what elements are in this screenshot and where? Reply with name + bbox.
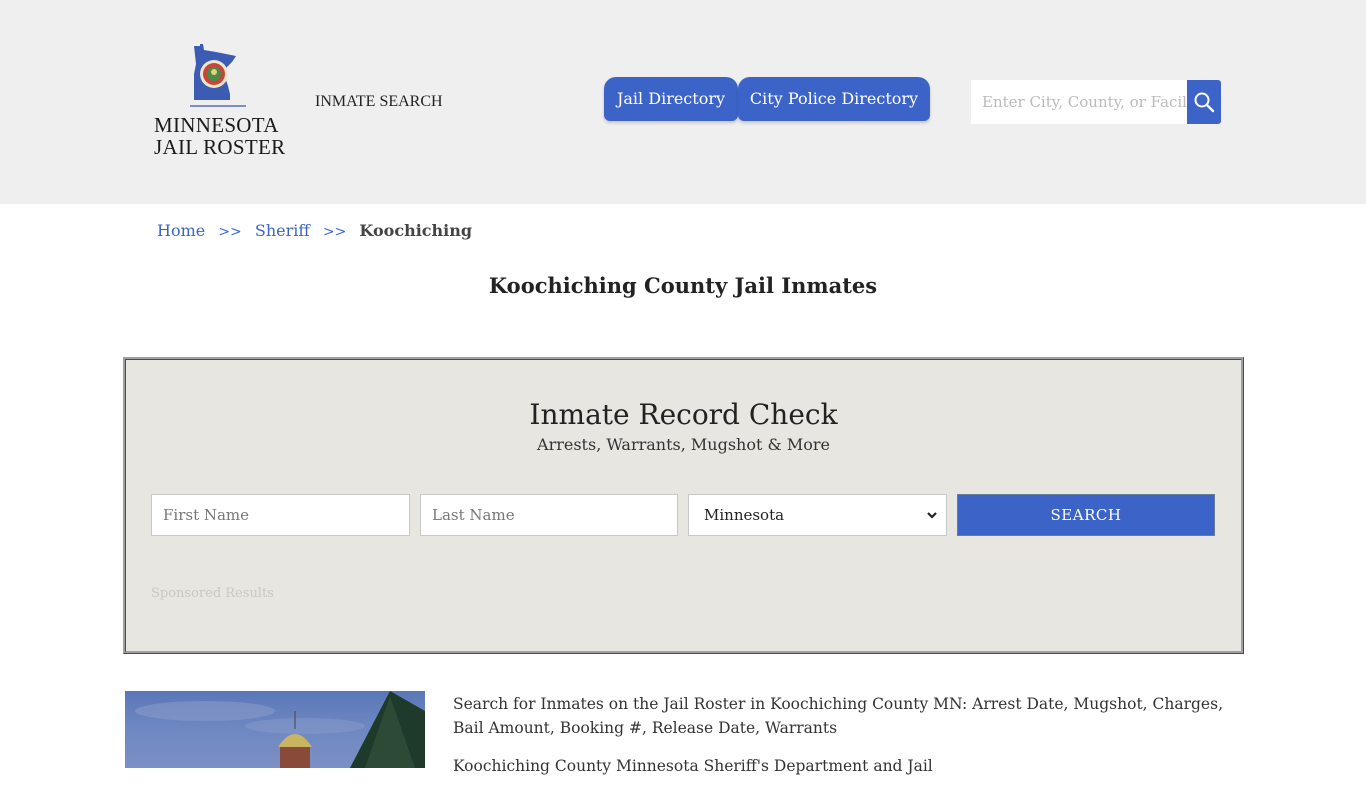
logo-line-2: JAIL ROSTER (154, 135, 286, 159)
breadcrumb-sheriff[interactable]: Sheriff (255, 221, 310, 240)
nav-tab-city-police-directory[interactable]: City Police Directory (738, 77, 930, 121)
courthouse-photo (125, 691, 425, 768)
minnesota-state-seal-map-icon (194, 44, 236, 100)
nav-tab-jail-directory[interactable]: Jail Directory (604, 77, 738, 121)
facility-search-input[interactable] (971, 80, 1187, 124)
courthouse-image (135, 691, 425, 768)
site-header: MINNESOTA JAIL ROSTER INMATE SEARCH Jail… (0, 0, 1366, 204)
logo-line-1: MINNESOTA (154, 113, 279, 137)
chevron-down-icon (927, 512, 937, 519)
first-name-input[interactable] (151, 494, 410, 536)
record-search-button[interactable]: SEARCH (957, 494, 1215, 536)
logo-text: MINNESOTA JAIL ROSTER (154, 113, 286, 159)
sponsored-results-label: Sponsored Results (151, 586, 274, 601)
breadcrumb-separator: >> (322, 224, 347, 240)
page-title: Koochiching County Jail Inmates (488, 273, 878, 298)
county-description: Search for Inmates on the Jail Roster in… (453, 692, 1223, 792)
search-icon (1194, 92, 1215, 113)
breadcrumb-home[interactable]: Home (157, 221, 205, 240)
logo-divider (190, 105, 246, 107)
last-name-input[interactable] (420, 494, 678, 536)
record-check-subtitle: Arrests, Warrants, Mugshot & More (537, 435, 830, 454)
breadcrumb-current: Koochiching (359, 221, 473, 240)
record-check-title: Inmate Record Check (529, 398, 838, 431)
breadcrumb-separator: >> (218, 224, 242, 240)
header-search-button[interactable] (1187, 80, 1221, 124)
site-logo[interactable]: MINNESOTA JAIL ROSTER (154, 44, 286, 160)
inmate-search-link[interactable]: INMATE SEARCH (315, 93, 443, 111)
description-paragraph: Search for Inmates on the Jail Roster in… (453, 695, 1223, 737)
breadcrumb: Home >> Sheriff >> Koochiching (157, 221, 472, 240)
header-search (971, 80, 1221, 124)
description-paragraph: Koochiching County Minnesota Sheriff's D… (453, 757, 933, 775)
state-select-value: Minnesota (704, 506, 785, 524)
state-select[interactable]: Minnesota (688, 494, 947, 536)
inmate-record-check-panel: Inmate Record Check Arrests, Warrants, M… (123, 357, 1244, 654)
